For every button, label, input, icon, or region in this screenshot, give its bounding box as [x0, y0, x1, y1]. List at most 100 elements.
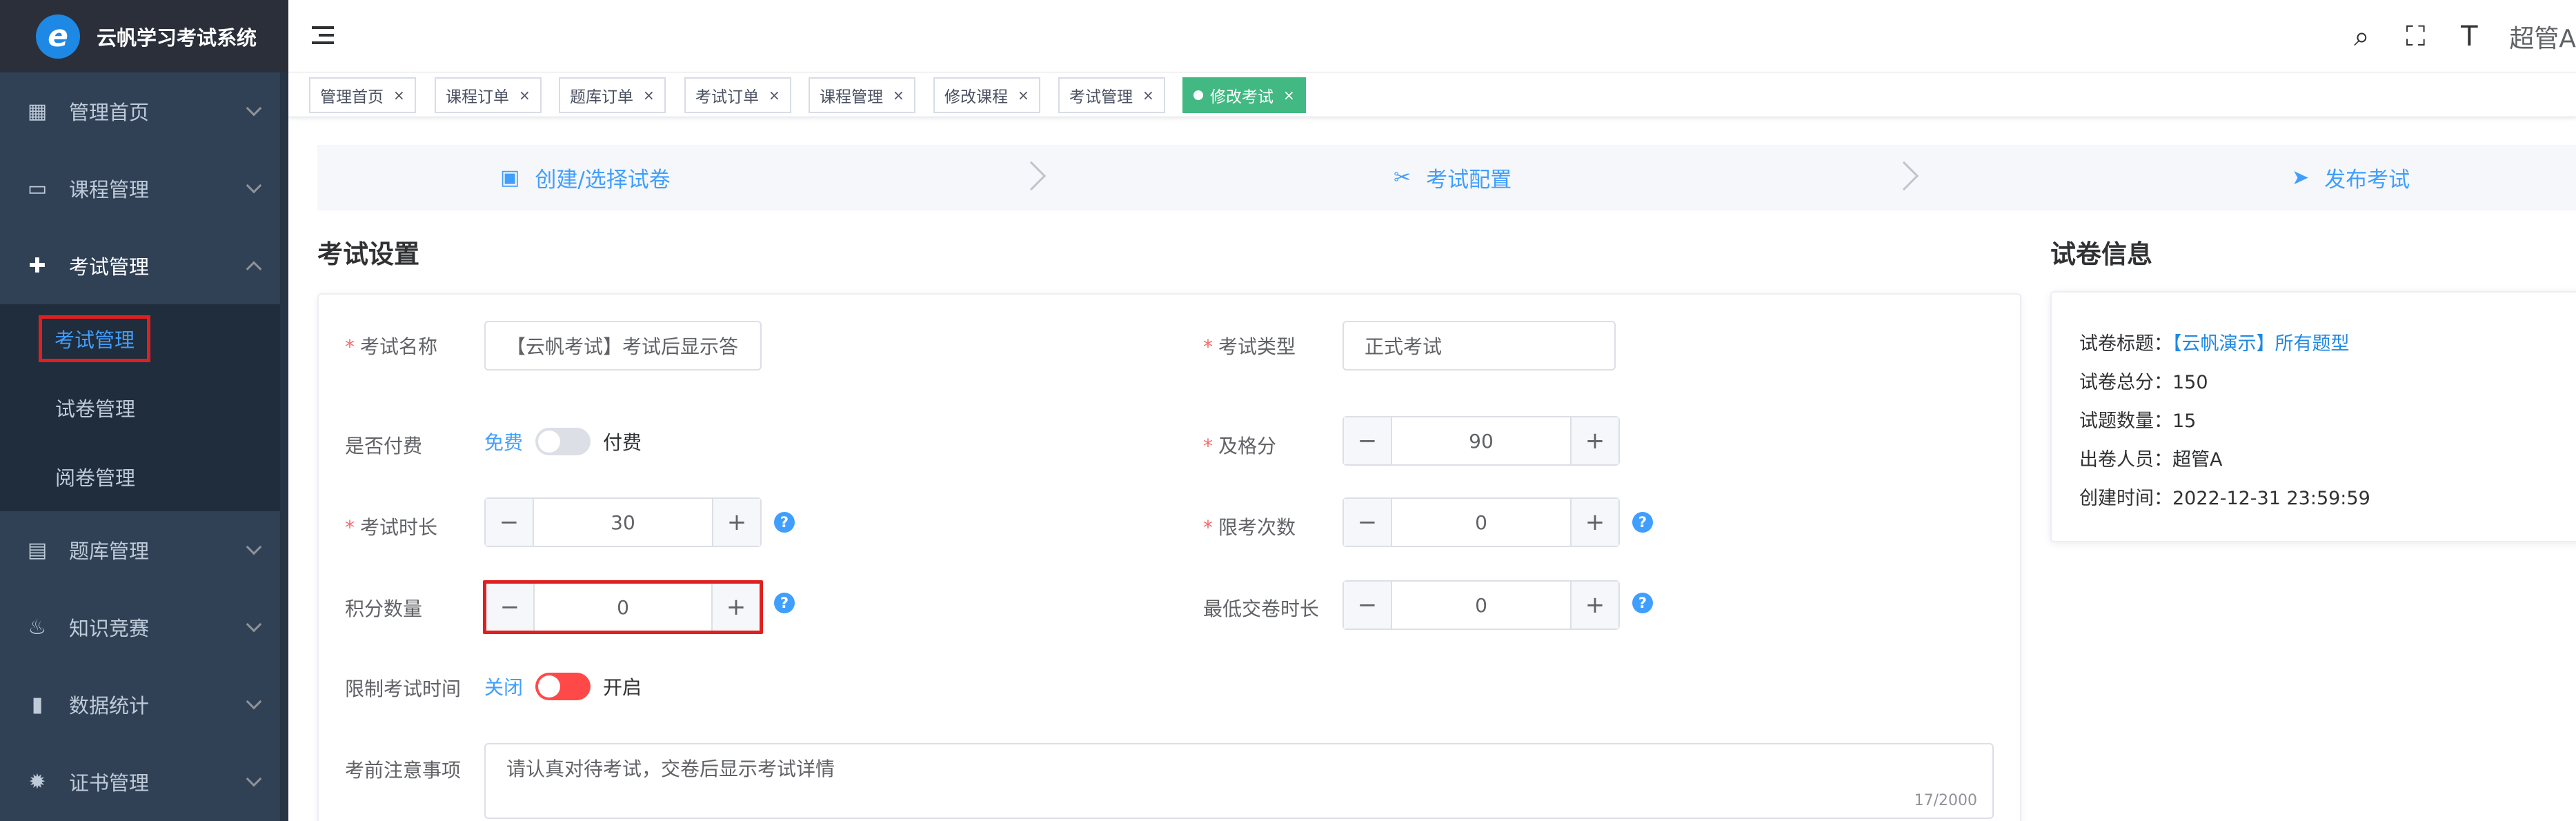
pass-score-input[interactable]: 90: [1392, 417, 1570, 464]
decrement-button[interactable]: −: [1344, 582, 1392, 629]
paid-off-label[interactable]: 免费: [484, 428, 523, 455]
user-name[interactable]: 超管A: [2509, 19, 2576, 55]
sidebar-item-contest[interactable]: ♨ 知识竞赛: [0, 588, 288, 666]
close-icon[interactable]: ×: [769, 87, 780, 103]
paper-author-value: 超管A: [2172, 449, 2223, 471]
limit-time-on-label[interactable]: 开启: [603, 673, 642, 700]
points-input[interactable]: 0: [535, 584, 711, 631]
font-size-icon[interactable]: T: [2455, 21, 2483, 52]
help-icon[interactable]: ?: [1632, 512, 1653, 533]
paper-count-value: 15: [2172, 410, 2197, 432]
chevron-right-icon: [1016, 161, 1047, 191]
paid-toggle[interactable]: [535, 428, 591, 455]
close-icon[interactable]: ×: [519, 87, 531, 103]
paper-count-label: 试题数量：: [2079, 410, 2172, 432]
limit-time-label: 限制考试时间: [345, 677, 462, 700]
tag-edit-exam[interactable]: 修改考试 ×: [1182, 77, 1306, 113]
tag-label: 管理首页: [320, 88, 384, 106]
sidebar-item-question-bank[interactable]: ▤ 题库管理: [0, 511, 288, 588]
sidebar-item-label: 课程管理: [69, 178, 150, 201]
increment-button[interactable]: +: [1570, 582, 1618, 629]
step-label: 创建/选择试卷: [535, 168, 671, 192]
steps-bar: ▣ 创建/选择试卷 ✂ 考试配置 ➤ 发布考试: [317, 145, 2576, 210]
paper-author-row: 出卷人员：超管A: [2079, 444, 2222, 471]
sidebar-subitem-exam-manage[interactable]: 考试管理: [0, 304, 288, 373]
close-icon[interactable]: ×: [893, 87, 904, 103]
paper-title-link[interactable]: 【云帆演示】所有题型: [2172, 333, 2350, 355]
app-logo: e: [36, 14, 80, 59]
exam-type-label: * 考试类型: [1203, 335, 1296, 358]
limit-time-off-label[interactable]: 关闭: [484, 673, 523, 700]
close-icon[interactable]: ×: [643, 87, 655, 103]
sidebar-item-exams[interactable]: ✚ 考试管理: [0, 227, 288, 304]
step-create-paper[interactable]: ▣ 创建/选择试卷: [500, 145, 671, 210]
duration-input[interactable]: 30: [534, 499, 712, 546]
tag-bank-orders[interactable]: 题库订单 ×: [559, 77, 666, 113]
sidebar-item-courses[interactable]: ▭ 课程管理: [0, 150, 288, 227]
pass-score-stepper: − 90 +: [1343, 416, 1620, 466]
tag-dashboard[interactable]: 管理首页 ×: [309, 77, 416, 113]
tag-label: 考试管理: [1069, 88, 1133, 106]
increment-button[interactable]: +: [1570, 417, 1618, 464]
sidebar-subitem-paper-manage[interactable]: 试卷管理: [0, 373, 288, 442]
search-icon[interactable]: ⌕: [2348, 21, 2375, 52]
close-icon[interactable]: ×: [1283, 87, 1295, 103]
increment-button[interactable]: +: [711, 584, 760, 631]
tag-edit-course[interactable]: 修改课程 ×: [933, 77, 1040, 113]
close-icon[interactable]: ×: [393, 87, 405, 103]
fullscreen-icon[interactable]: ⛶: [2401, 21, 2429, 52]
sidebar-item-statistics[interactable]: ▮ 数据统计: [0, 666, 288, 743]
paper-created-label: 创建时间：: [2079, 488, 2172, 509]
send-icon: ➤: [2292, 166, 2310, 190]
paper-total-value: 150: [2172, 372, 2208, 393]
exam-icon: ✚: [28, 253, 46, 278]
ticket-icon: ✂: [1394, 166, 1411, 190]
sidebar-item-label: 阅卷管理: [55, 466, 136, 490]
fire-icon: ♨: [28, 615, 47, 640]
notice-label: 考前注意事项: [345, 759, 462, 782]
tag-label: 修改考试: [1210, 88, 1274, 106]
decrement-button[interactable]: −: [486, 584, 535, 631]
notice-textarea[interactable]: 请认真对待考试，交卷后显示考试详情 17/2000: [484, 743, 1994, 819]
exam-name-input[interactable]: 【云帆考试】考试后显示答: [484, 321, 762, 370]
limit-time-toggle[interactable]: [535, 673, 591, 700]
sidebar-item-certificates[interactable]: ✹ 证书管理: [0, 743, 288, 820]
points-label: 积分数量: [345, 597, 423, 620]
sidebar-item-dashboard[interactable]: ▦ 管理首页: [0, 72, 288, 150]
paper-author-label: 出卷人员：: [2079, 449, 2172, 471]
sidebar: e 云帆学习考试系统 ▦ 管理首页 ▭ 课程管理 ✚ 考试管理 考试管理 试卷管…: [0, 0, 288, 821]
tag-exam-manage[interactable]: 考试管理 ×: [1058, 77, 1165, 113]
tag-label: 课程管理: [820, 88, 883, 106]
paid-on-label[interactable]: 付费: [603, 428, 642, 455]
paper-info-title: 试卷信息: [2050, 239, 2152, 269]
step-publish[interactable]: ➤ 发布考试: [2292, 145, 2410, 210]
min-submit-input[interactable]: 0: [1392, 582, 1570, 629]
decrement-button[interactable]: −: [486, 499, 534, 546]
tag-label: 课程订单: [446, 88, 509, 106]
tag-course-orders[interactable]: 课程订单 ×: [435, 77, 542, 113]
sidebar-subitem-grading[interactable]: 阅卷管理: [0, 442, 288, 511]
step-exam-config[interactable]: ✂ 考试配置: [1394, 145, 1512, 210]
decrement-button[interactable]: −: [1344, 499, 1392, 546]
sidebar-header[interactable]: e 云帆学习考试系统: [0, 0, 288, 72]
paper-created-row: 创建时间：2022-12-31 23:59:59: [2079, 483, 2370, 510]
close-icon[interactable]: ×: [1142, 87, 1154, 103]
exam-type-select[interactable]: 正式考试: [1343, 321, 1616, 370]
navbar: ⌕ ⛶ T 超管A: [288, 0, 2576, 72]
tag-exam-orders[interactable]: 考试订单 ×: [684, 77, 791, 113]
increment-button[interactable]: +: [1570, 499, 1618, 546]
help-icon[interactable]: ?: [774, 593, 795, 613]
hamburger-menu-icon[interactable]: [312, 26, 334, 46]
attempts-input[interactable]: 0: [1392, 499, 1570, 546]
sidebar-scrollbar[interactable]: [280, 72, 288, 821]
help-icon[interactable]: ?: [774, 512, 795, 533]
help-icon[interactable]: ?: [1632, 593, 1653, 613]
decrement-button[interactable]: −: [1344, 417, 1392, 464]
navbar-right: ⌕ ⛶ T 超管A: [2348, 0, 2576, 72]
duration-label: * 考试时长: [345, 516, 438, 539]
increment-button[interactable]: +: [712, 499, 760, 546]
close-icon[interactable]: ×: [1018, 87, 1029, 103]
tags-view: 管理首页 × 课程订单 × 题库订单 × 考试订单 × 课程管理 × 修改课程 × 考试管理…: [288, 73, 2576, 117]
tag-course-manage[interactable]: 课程管理 ×: [809, 77, 915, 113]
pass-score-label: * 及格分: [1203, 435, 1277, 457]
